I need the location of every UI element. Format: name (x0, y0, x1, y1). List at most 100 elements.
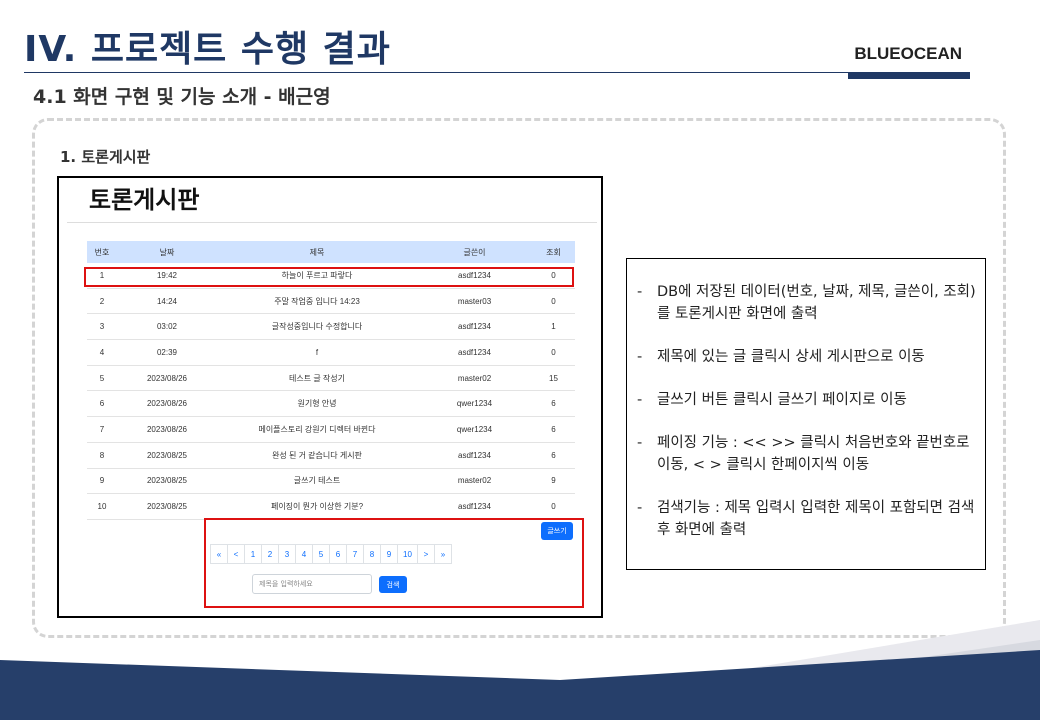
page-button-3[interactable]: 3 (278, 544, 296, 564)
table-row[interactable]: 5 2023/08/26 테스트 글 작성기 master02 15 (87, 365, 575, 392)
search-button[interactable]: 검색 (379, 576, 407, 593)
page-button-8[interactable]: 8 (363, 544, 381, 564)
col-header-views: 조회 (532, 241, 575, 263)
cell-number: 7 (87, 416, 117, 443)
cell-views: 15 (532, 365, 575, 392)
description-text: 검색기능 : 제목 입력시 입력한 제목이 포함되면 검색 후 화면에 출력 (657, 500, 975, 538)
cell-date: 2023/08/26 (117, 416, 217, 443)
col-header-title: 제목 (217, 241, 417, 263)
col-header-date: 날짜 (117, 241, 217, 263)
col-header-writer: 글쓴이 (417, 241, 532, 263)
table-row[interactable]: 7 2023/08/26 메이플스토리 강원기 디렉터 바뀐다 qwer1234 6 (87, 416, 575, 443)
cell-writer: asdf1234 (417, 339, 532, 366)
cell-writer: qwer1234 (417, 416, 532, 443)
page-last-button[interactable]: » (434, 544, 452, 564)
cell-number: 2 (87, 288, 117, 315)
cell-number: 5 (87, 365, 117, 392)
cell-date: 2023/08/25 (117, 468, 217, 495)
table-row[interactable]: 6 2023/08/26 원기형 안녕 qwer1234 6 (87, 390, 575, 418)
description-box: - DB에 저장된 데이터(번호, 날짜, 제목, 글쓴이, 조회)를 토론게시판… (626, 258, 986, 570)
cell-title-link[interactable]: 페이징이 뭔가 이상한 기분? (217, 493, 417, 520)
table-row[interactable]: 10 2023/08/25 페이징이 뭔가 이상한 기분? asdf1234 0 (87, 493, 575, 520)
slide-subtitle: 4.1 화면 구현 및 기능 소개 - 배근영 (33, 86, 331, 108)
description-item: - 글쓰기 버튼 클릭시 글쓰기 페이지로 이동 (637, 389, 977, 411)
brand-underline (848, 72, 970, 79)
cell-views: 0 (532, 339, 575, 366)
cell-date: 2023/08/26 (117, 365, 217, 392)
board-title: 토론게시판 (89, 186, 200, 214)
cell-number: 8 (87, 442, 117, 469)
cell-writer: asdf1234 (417, 493, 532, 520)
cell-title-link[interactable]: 완성 된 거 같습니다 게시판 (217, 442, 417, 469)
table-row[interactable]: 8 2023/08/25 완성 된 거 같습니다 게시판 asdf1234 6 (87, 442, 575, 469)
cell-number: 9 (87, 468, 117, 495)
description-item: - 페이징 기능 : << >> 클릭시 처음번호와 끝번호로 이동, < > 클… (637, 432, 977, 476)
cell-views: 0 (532, 493, 575, 520)
cell-writer: qwer1234 (417, 390, 532, 418)
cell-views: 1 (532, 313, 575, 341)
description-item: - 제목에 있는 글 클릭시 상세 게시판으로 이동 (637, 346, 977, 368)
search-input[interactable]: 제목을 입력하세요 (252, 574, 372, 594)
cell-title-link[interactable]: 테스트 글 작성기 (217, 365, 417, 392)
page-button-4[interactable]: 4 (295, 544, 313, 564)
cell-views: 6 (532, 390, 575, 418)
board-header-row: 번호 날짜 제목 글쓴이 조회 (87, 241, 575, 263)
cell-date: 02:39 (117, 339, 217, 366)
header-divider (24, 72, 848, 73)
cell-number: 3 (87, 313, 117, 341)
table-row[interactable]: 9 2023/08/25 글쓰기 테스트 master02 9 (87, 468, 575, 495)
page-button-7[interactable]: 7 (346, 544, 364, 564)
page-button-2[interactable]: 2 (261, 544, 279, 564)
description-text: 글쓰기 버튼 클릭시 글쓰기 페이지로 이동 (657, 392, 907, 408)
cell-title-link[interactable]: f (217, 339, 417, 366)
pagination: « < 1 2 3 4 5 6 7 8 9 10 > » (210, 544, 452, 564)
cell-date: 14:24 (117, 288, 217, 315)
page-button-10[interactable]: 10 (397, 544, 418, 564)
table-row[interactable]: 3 03:02 글작성중입니다 수정합니다 asdf1234 1 (87, 313, 575, 341)
section-label: 1. 토론게시판 (60, 148, 151, 166)
cell-views: 6 (532, 416, 575, 443)
cell-title-link[interactable]: 글작성중입니다 수정합니다 (217, 313, 417, 341)
cell-number: 10 (87, 493, 117, 520)
write-button[interactable]: 글쓰기 (541, 522, 573, 540)
cell-number: 6 (87, 390, 117, 418)
cell-date: 2023/08/25 (117, 442, 217, 469)
cell-writer: asdf1234 (417, 442, 532, 469)
page-button-9[interactable]: 9 (380, 544, 398, 564)
brand-logo: BLUEOCEAN (854, 44, 962, 63)
cell-writer: asdf1234 (417, 313, 532, 341)
table-row[interactable]: 4 02:39 f asdf1234 0 (87, 339, 575, 366)
page-button-6[interactable]: 6 (329, 544, 347, 564)
cell-number: 4 (87, 339, 117, 366)
highlight-first-row (84, 267, 574, 287)
page-first-button[interactable]: « (210, 544, 228, 564)
description-text: 페이징 기능 : << >> 클릭시 처음번호와 끝번호로 이동, < > 클릭… (657, 435, 970, 473)
cell-writer: master02 (417, 365, 532, 392)
cell-title-link[interactable]: 메이플스토리 강원기 디렉터 바뀐다 (217, 416, 417, 443)
page-prev-button[interactable]: < (227, 544, 245, 564)
board-divider (67, 222, 597, 223)
description-item: - DB에 저장된 데이터(번호, 날짜, 제목, 글쓴이, 조회)를 토론게시판… (637, 281, 977, 325)
cell-views: 9 (532, 468, 575, 495)
cell-date: 2023/08/25 (117, 493, 217, 520)
description-item: - 검색기능 : 제목 입력시 입력한 제목이 포함되면 검색 후 화면에 출력 (637, 497, 977, 541)
footer-decoration (0, 620, 1040, 720)
page-button-5[interactable]: 5 (312, 544, 330, 564)
cell-writer: master03 (417, 288, 532, 315)
cell-title-link[interactable]: 글쓰기 테스트 (217, 468, 417, 495)
slide-title: IV. 프로젝트 수행 결과 (24, 29, 391, 70)
board-screenshot: 토론게시판 번호 날짜 제목 글쓴이 조회 1 19:42 하늘이 푸르고 파랗다 a… (57, 176, 603, 618)
cell-views: 0 (532, 288, 575, 315)
page-button-1[interactable]: 1 (244, 544, 262, 564)
cell-title-link[interactable]: 주말 작업중 입니다 14:23 (217, 288, 417, 315)
cell-title-link[interactable]: 원기형 안녕 (217, 390, 417, 418)
col-header-number: 번호 (87, 241, 117, 263)
cell-writer: master02 (417, 468, 532, 495)
cell-date: 03:02 (117, 313, 217, 341)
cell-views: 6 (532, 442, 575, 469)
cell-date: 2023/08/26 (117, 390, 217, 418)
description-text: 제목에 있는 글 클릭시 상세 게시판으로 이동 (657, 349, 925, 365)
table-row[interactable]: 2 14:24 주말 작업중 입니다 14:23 master03 0 (87, 288, 575, 315)
page-next-button[interactable]: > (417, 544, 435, 564)
description-text: DB에 저장된 데이터(번호, 날짜, 제목, 글쓴이, 조회)를 토론게시판 … (657, 284, 976, 322)
